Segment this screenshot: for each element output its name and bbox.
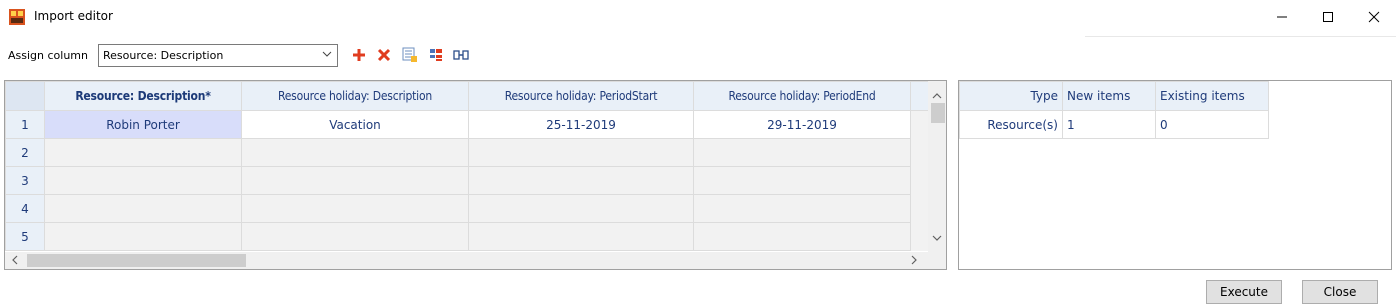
minimize-button[interactable] [1259, 0, 1305, 34]
grid-cell[interactable] [241, 138, 469, 167]
grid-cell[interactable] [468, 138, 694, 167]
grid-cell[interactable] [693, 222, 911, 251]
grid-cell[interactable] [241, 194, 469, 223]
title-bar: Import editor [0, 0, 1396, 34]
add-icon[interactable] [350, 46, 368, 64]
close-button[interactable]: Close [1302, 280, 1378, 304]
row-number[interactable]: 4 [5, 194, 45, 223]
grid-cell[interactable]: 25-11-2019 [468, 110, 694, 139]
grid-cell[interactable] [241, 166, 469, 195]
table-row: 3 [5, 166, 929, 195]
close-icon [1368, 11, 1380, 23]
scroll-corner [928, 252, 946, 269]
column-header[interactable]: Resource: Description* [44, 81, 242, 111]
row-number[interactable]: 5 [5, 222, 45, 251]
grid-cell[interactable] [44, 166, 242, 195]
scroll-down-icon[interactable] [932, 231, 942, 245]
scroll-up-icon[interactable] [932, 89, 942, 103]
column-header[interactable]: Resource holiday: PeriodEnd [693, 81, 911, 111]
row-number[interactable]: 2 [5, 138, 45, 167]
summary-column-header: Existing items [1155, 81, 1269, 111]
scroll-right-icon[interactable] [910, 253, 918, 269]
close-window-button[interactable] [1351, 0, 1396, 34]
grid-cell[interactable] [468, 194, 694, 223]
maximize-icon [1323, 12, 1333, 22]
summary-header-row: Type New items Existing items [959, 81, 1269, 111]
grid-cell[interactable] [44, 222, 242, 251]
table-row: 4 [5, 194, 929, 223]
grid-cell[interactable] [693, 194, 911, 223]
grid-cell[interactable] [468, 166, 694, 195]
grid-cell[interactable] [44, 194, 242, 223]
execute-button[interactable]: Execute [1206, 280, 1282, 304]
summary-column-header: New items [1062, 81, 1156, 111]
summary-type: Resource(s) [959, 110, 1063, 139]
merge-columns-icon[interactable] [452, 46, 470, 64]
column-header[interactable]: Resource holiday: Description [241, 81, 469, 111]
table-row: 2 [5, 138, 929, 167]
row-number[interactable]: 3 [5, 166, 45, 195]
row-filler [910, 138, 929, 167]
summary-new-items: 1 [1062, 110, 1156, 139]
summary-existing-items: 0 [1155, 110, 1269, 139]
delete-icon[interactable] [375, 46, 393, 64]
minimize-icon [1277, 16, 1287, 18]
horizontal-scroll-thumb[interactable] [27, 254, 246, 267]
assign-column-select[interactable]: Resource: Description [98, 44, 338, 67]
grid-corner[interactable] [5, 81, 45, 111]
summary-column-header: Type [959, 81, 1063, 111]
table-row: 5 [5, 222, 929, 251]
row-filler [910, 110, 929, 139]
grid-cell[interactable] [693, 166, 911, 195]
grid-cell[interactable] [241, 222, 469, 251]
grid-cell[interactable] [468, 222, 694, 251]
scroll-left-icon[interactable] [11, 253, 19, 269]
summary-panel: Type New items Existing items Resource(s… [958, 80, 1392, 270]
row-filler [910, 166, 929, 195]
grid-cell[interactable] [44, 138, 242, 167]
column-header[interactable]: Resource holiday: PeriodStart [468, 81, 694, 111]
window-title: Import editor [34, 9, 113, 23]
row-number[interactable]: 1 [5, 110, 45, 139]
grid-cell[interactable]: Vacation [241, 110, 469, 139]
edit-list-icon[interactable] [401, 46, 419, 64]
grid-cell[interactable]: 29-11-2019 [693, 110, 911, 139]
header-filler [910, 81, 929, 111]
table-row: 1 Robin Porter Vacation 25-11-2019 29-11… [5, 110, 929, 139]
grid-cell[interactable]: Robin Porter [44, 110, 242, 139]
grid-cell[interactable] [693, 138, 911, 167]
assign-column-value: Resource: Description [103, 49, 224, 62]
summary-table: Type New items Existing items Resource(s… [959, 81, 1269, 139]
import-table: Resource: Description* Resource holiday:… [5, 81, 929, 251]
vertical-scrollbar[interactable] [928, 81, 946, 253]
row-filler [910, 194, 929, 223]
title-divider [1085, 36, 1396, 37]
import-grid[interactable]: Resource: Description* Resource holiday:… [4, 80, 947, 270]
assign-column-label: Assign column [8, 49, 88, 62]
vertical-scroll-thumb[interactable] [931, 103, 945, 123]
maximize-button[interactable] [1305, 0, 1351, 34]
grid-header-row: Resource: Description* Resource holiday:… [5, 81, 929, 111]
hierarchy-icon[interactable] [427, 46, 445, 64]
summary-row: Resource(s) 1 0 [959, 110, 1269, 139]
app-icon [9, 9, 25, 25]
chevron-down-icon [322, 49, 332, 62]
row-filler [910, 222, 929, 251]
horizontal-scrollbar[interactable] [5, 252, 928, 269]
